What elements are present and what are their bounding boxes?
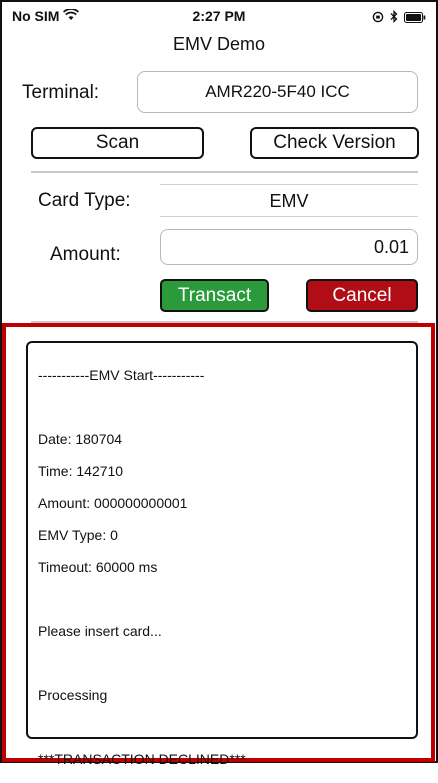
amount-label: Amount: [50, 244, 121, 265]
wifi-icon [63, 8, 80, 24]
orientation-lock-icon [372, 10, 384, 26]
card-type-label: Card Type: [38, 190, 131, 211]
amount-value: 0.01 [373, 237, 409, 257]
status-time: 2:27 PM [192, 8, 246, 24]
log-processing: Processing [38, 687, 108, 703]
log-spacer [38, 719, 406, 735]
log-spacer [38, 655, 406, 671]
log-result: ***TRANSACTION DECLINED*** [38, 751, 246, 767]
scan-button[interactable]: Scan [31, 127, 204, 159]
log-spacer [38, 399, 406, 415]
log-output[interactable]: -----------EMV Start----------- Date: 18… [26, 341, 418, 767]
cancel-button[interactable]: Cancel [306, 279, 418, 312]
terminal-value: AMR220-5F40 ICC [205, 82, 350, 101]
status-left: No SIM [12, 8, 80, 24]
terminal-field[interactable]: AMR220-5F40 ICC [137, 71, 418, 113]
transact-button[interactable]: Transact [160, 279, 269, 312]
log-amount: Amount: 000000000001 [38, 495, 188, 511]
page-title: EMV Demo [172, 34, 266, 54]
card-type-value: EMV [269, 191, 309, 211]
log-header: -----------EMV Start----------- [38, 367, 205, 383]
bluetooth-icon [390, 9, 398, 26]
log-time: Time: 142710 [38, 463, 124, 479]
terminal-label: Terminal: [22, 82, 100, 103]
card-type-field[interactable]: EMV [160, 184, 418, 217]
log-date: Date: 180704 [38, 431, 123, 447]
log-emv-type: EMV Type: 0 [38, 527, 118, 543]
log-insert: Please insert card... [38, 623, 162, 639]
log-timeout: Timeout: 60000 ms [38, 559, 158, 575]
log-spacer [38, 591, 406, 607]
carrier-label: No SIM [12, 8, 60, 24]
check-version-button[interactable]: Check Version [250, 127, 419, 159]
divider [31, 171, 418, 173]
amount-input[interactable]: 0.01 [160, 229, 418, 265]
status-right [372, 9, 426, 26]
status-bar: No SIM 2:27 PM [12, 6, 426, 26]
battery-icon [404, 10, 426, 26]
